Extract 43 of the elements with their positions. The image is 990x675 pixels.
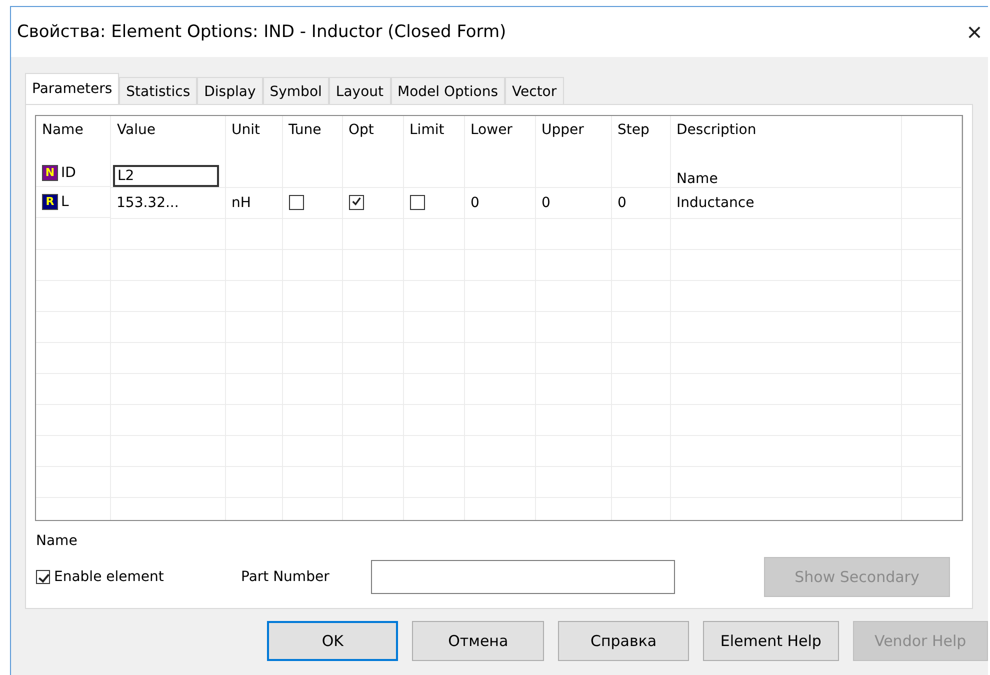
checkbox[interactable]: [288, 195, 304, 210]
tab[interactable]: Vector: [505, 77, 564, 104]
checkbox[interactable]: [348, 195, 364, 210]
dialog-button[interactable]: Element Help: [703, 621, 839, 661]
table-cell: Name: [676, 170, 718, 186]
table-cell: 0: [618, 194, 626, 210]
column-header: Upper: [535, 116, 611, 160]
table-cell: 0: [542, 194, 550, 210]
table-cell: Inductance: [676, 194, 754, 210]
table-cell: 153.32...: [116, 194, 179, 210]
column-header: Value: [110, 116, 225, 160]
checkbox[interactable]: [36, 570, 50, 584]
tab[interactable]: Display: [197, 77, 263, 104]
dialog-button[interactable]: Справка: [558, 621, 690, 661]
column-header: Name: [36, 116, 110, 160]
column-header: Limit: [403, 116, 464, 160]
column-header: Step: [611, 116, 670, 160]
table-cell: nH: [232, 194, 251, 210]
dialog-button[interactable]: OK: [267, 621, 398, 661]
part-number-label: Part Number: [241, 569, 330, 585]
part-number-field[interactable]: [371, 560, 675, 594]
window-title: Свойства: Element Options: IND - Inductor (Closed Form): [17, 22, 506, 42]
column-header: Opt: [342, 116, 403, 160]
column-header: Lower: [464, 116, 535, 160]
table-cell: 0: [470, 194, 480, 210]
tab[interactable]: Symbol: [262, 77, 329, 104]
selection-label: Name: [36, 533, 78, 549]
tab[interactable]: Model Options: [390, 77, 506, 104]
column-header: Unit: [225, 116, 282, 160]
value-field[interactable]: L2: [112, 164, 218, 186]
checkbox[interactable]: [410, 195, 424, 210]
table-cell: L: [61, 194, 69, 210]
checkbox-label[interactable]: Enable element: [54, 569, 164, 585]
tab[interactable]: Statistics: [119, 77, 198, 104]
table-cell: ID: [61, 165, 76, 181]
badge-icon: R: [42, 194, 58, 210]
close-button[interactable]: ×: [960, 16, 988, 48]
tab[interactable]: Parameters: [25, 73, 120, 104]
tab[interactable]: Layout: [328, 77, 390, 104]
badge-icon: N: [42, 165, 58, 181]
column-header: Description: [670, 116, 901, 160]
dialog-button[interactable]: Отмена: [412, 621, 544, 661]
column-header: Tune: [282, 116, 342, 160]
